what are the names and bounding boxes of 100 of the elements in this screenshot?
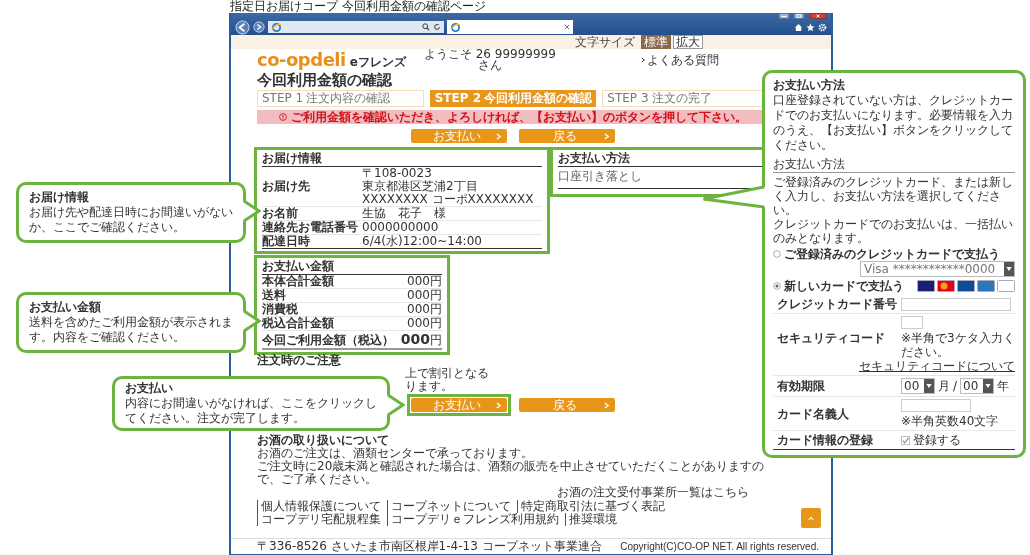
footer-link[interactable]: コープデリｅフレンズ利用規約 <box>387 513 565 526</box>
checkbox[interactable] <box>901 435 910 445</box>
radio-label: 新しいカードで支払う <box>784 279 904 293</box>
exclamation-icon <box>279 113 287 121</box>
radio-label: ご登録済みのクレジットカードで支払う <box>784 247 1000 261</box>
field-label: クレジットカード番号 <box>777 297 898 311</box>
forward-icon[interactable] <box>253 21 265 33</box>
cardholder-field[interactable] <box>901 399 971 412</box>
search-icon[interactable] <box>422 23 430 31</box>
minimize-icon[interactable] <box>777 13 791 19</box>
browser-tab[interactable] <box>447 20 573 34</box>
checkbox-label: 登録する <box>913 433 961 447</box>
notes-title: 注文時のご注意 <box>257 354 342 367</box>
offices-link[interactable]: お酒の注文受付事業所一覧はこちら <box>557 486 749 499</box>
font-size-option[interactable]: 拡大 <box>673 35 703 49</box>
callout-title: お支払い金額 <box>29 300 102 315</box>
close-icon[interactable] <box>807 13 829 19</box>
settings-icon[interactable] <box>818 22 827 32</box>
amount-label: 消費税 <box>262 303 298 316</box>
dropdown-icon <box>1006 267 1012 271</box>
radio-button[interactable] <box>773 250 781 258</box>
field-label: お名前 <box>262 207 299 220</box>
unit-label: 年 <box>997 379 1010 393</box>
back-icon[interactable] <box>235 19 250 35</box>
field-label: 配達日時 <box>262 235 311 248</box>
globe-icon <box>271 21 282 33</box>
field-label: カード名義人 <box>777 406 850 421</box>
field-value: 0000000000 <box>362 221 439 234</box>
field-label: 有効期限 <box>777 379 826 393</box>
caret-icon <box>808 515 814 521</box>
radio-button[interactable] <box>773 282 781 290</box>
card-logo-icon <box>997 280 1015 292</box>
unit-label: 月 <box>938 379 950 393</box>
security-code-link[interactable]: セキュリティコードについて <box>859 359 1015 373</box>
callout-text: 口座登録されていない方は、クレジットカードでのお支払いになります。必要情報を入力のうえ、【お支払い】ボタンをクリックしてください。 <box>773 93 1014 153</box>
globe-icon <box>450 21 461 33</box>
footer-link[interactable]: コープデリ宅配規程集 <box>257 513 387 526</box>
faq-link[interactable]: よくある質問 <box>641 53 719 67</box>
address-field[interactable] <box>268 21 444 33</box>
amount-value: 000円 <box>407 275 442 288</box>
amount-label: 本体合計金額 <box>262 275 334 288</box>
card-number-field[interactable] <box>901 297 1011 311</box>
star-icon[interactable] <box>806 22 815 32</box>
copyright-text: Copyright(C)CO-OP NET. All rights reserved. <box>620 541 819 552</box>
footer-link[interactable]: 特定商取引法に基づく表記 <box>517 500 671 513</box>
form-note: ご登録済みのクレジットカード、または新しく入力し、お支払い方法を選択してください。 <box>773 175 1014 217</box>
chevron-icon <box>641 57 645 63</box>
field-value: 東京都港区芝浦2丁目 XXXXXXXX コーポXXXXXXXX <box>362 180 535 206</box>
input-hint: ※半角で3ケタ入力ください。 <box>901 331 1015 359</box>
font-size-label: 文字サイズ <box>575 35 635 49</box>
field-value: 6/4(水)12:00~14:00 <box>362 235 482 248</box>
chevron-icon <box>496 132 501 140</box>
section-title: お届け情報 <box>262 152 542 167</box>
footer-address: 〒336-8526 さいたま市南区根岸1-4-13 コープネット事業連合 <box>257 538 602 555</box>
field-label: お届け先 <box>262 180 311 193</box>
alcohol-text: ご注文時に20歳未満と確認された場合は、酒類の販売を中止させていただくことがありますので、ご了承ください。 <box>257 460 766 486</box>
notes-text: 上で割引となる <box>405 367 490 380</box>
footer-link[interactable]: コープネットについて <box>387 500 517 513</box>
security-code-field[interactable] <box>901 316 923 329</box>
chevron-icon <box>604 401 609 409</box>
amount-label: 送料 <box>262 289 286 302</box>
field-value: 生協 花子 様 <box>362 207 446 220</box>
alcohol-title: お酒の取り扱いについて <box>257 434 389 447</box>
close-icon[interactable] <box>564 24 570 30</box>
page-caption: 指定日お届けコープ 今回利用金額の確認ページ <box>230 0 487 13</box>
maximize-icon[interactable] <box>792 13 806 19</box>
welcome-suffix: さん <box>477 60 502 71</box>
callout-text: お届け先や配達日時にお間違いがないか、ここでご確認ください。 <box>29 205 233 235</box>
field-label: セキュリティコード <box>777 330 886 345</box>
field-label: 連絡先お電話番号 <box>262 221 359 234</box>
callout-title: お届け情報 <box>29 190 90 205</box>
footer-link[interactable]: 推奨環境 <box>565 513 623 526</box>
alert-text: ご利用金額を確認いただき、よろしければ、【お支払い】のボタンを押して下さい。 <box>291 110 747 124</box>
dropdown-icon <box>985 384 992 388</box>
dropdown-icon <box>926 384 932 388</box>
separator-text: / <box>953 379 958 393</box>
home-icon[interactable] <box>794 22 803 32</box>
page-title: 今回利用金額の確認 <box>257 71 393 89</box>
expiry-select[interactable]: 00 <box>960 378 995 394</box>
field-value: 〒108-0023 <box>362 167 433 180</box>
card-select[interactable]: Visa ************0000 <box>860 261 1015 277</box>
callout-text: 内容にお間違いがなければ、ここをクリックしてください。注文が完了します。 <box>125 396 377 426</box>
total-label: 今回ご利用金額（税込） <box>262 334 394 347</box>
step-indicator: STEP 2 今回利用金額の確認 <box>429 90 597 107</box>
amount-value: 000円 <box>407 303 442 316</box>
callout-title: お支払い <box>125 381 174 396</box>
refresh-icon[interactable] <box>433 23 441 31</box>
alcohol-text: お酒のご注文は、酒類センターで承っております。 <box>257 447 533 460</box>
logo-subtitle: eフレンズ <box>349 55 406 69</box>
expiry-select[interactable]: 00 <box>901 378 935 394</box>
card-logo-icon <box>917 280 935 292</box>
total-amount: 000円 <box>400 333 442 347</box>
section-title: お支払い金額 <box>262 260 442 275</box>
footer-link[interactable]: 個人情報保護について <box>257 500 387 513</box>
card-logo-icon <box>957 280 975 292</box>
card-logo-icon <box>937 280 955 292</box>
font-size-option[interactable]: 標準 <box>641 35 671 49</box>
form-title: お支払い方法 <box>773 157 1015 173</box>
amount-value: 000円 <box>407 289 442 302</box>
notes-text: ります。 <box>405 380 454 393</box>
